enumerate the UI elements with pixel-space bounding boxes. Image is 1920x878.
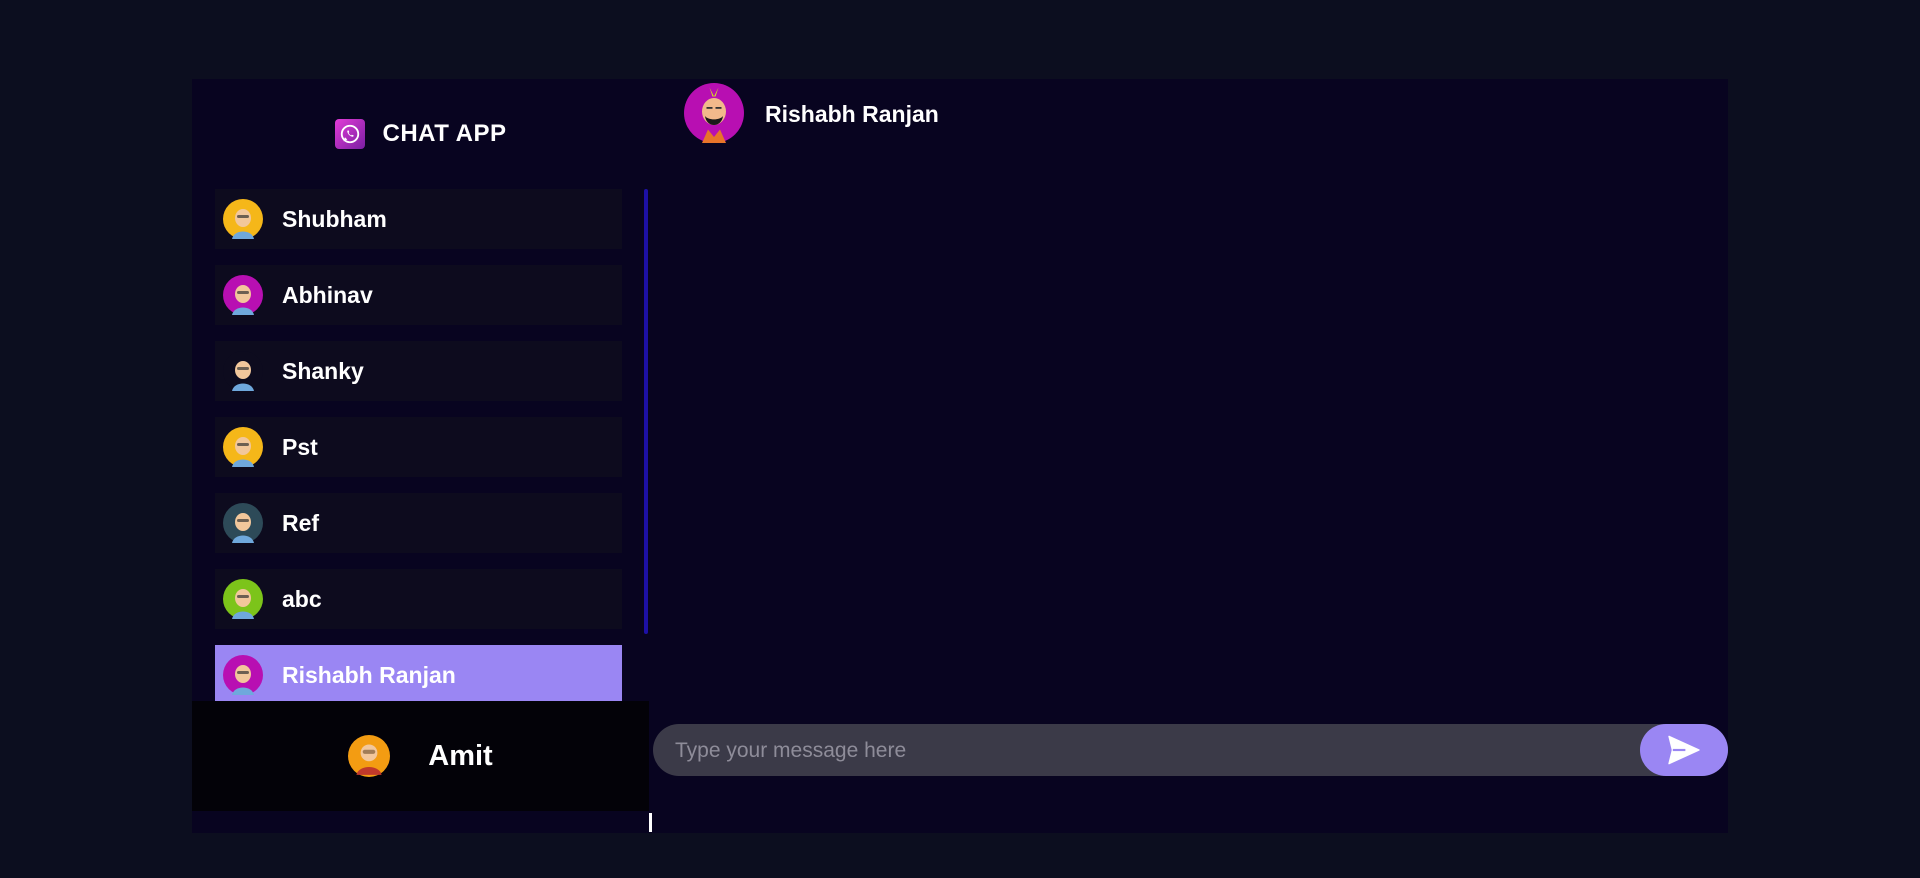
avatar-icon xyxy=(348,735,391,777)
chat-contact-avatar xyxy=(684,83,744,143)
contact-item[interactable]: abc xyxy=(215,569,622,629)
contact-name: Abhinav xyxy=(282,281,373,308)
contact-name: Rishabh Ranjan xyxy=(282,661,456,688)
send-icon xyxy=(1668,735,1700,765)
chat-app-container: CHAT APP Shubham Abhinav Shanky Pst Ref abc Ri… xyxy=(192,79,1728,833)
app-title: CHAT APP xyxy=(382,120,507,147)
contact-item[interactable]: Shanky xyxy=(215,341,622,401)
contact-list: Shubham Abhinav Shanky Pst Ref abc Rishabh Ran… xyxy=(215,189,622,781)
contact-name: Ref xyxy=(282,509,320,536)
contact-item[interactable]: Ref xyxy=(215,493,622,553)
contact-list-scrollbar[interactable] xyxy=(644,189,648,634)
contact-name: abc xyxy=(282,585,322,612)
current-user-name: Amit xyxy=(428,739,493,772)
avatar-icon xyxy=(223,579,263,619)
message-input-bar xyxy=(653,724,1728,776)
chat-header: Rishabh Ranjan xyxy=(649,79,1728,156)
avatar-icon xyxy=(223,351,263,391)
contact-name: Shanky xyxy=(282,357,364,384)
contact-item[interactable]: Shubham xyxy=(215,189,622,249)
contact-name: Pst xyxy=(282,433,318,460)
avatar-icon xyxy=(223,427,263,467)
contact-item[interactable]: Abhinav xyxy=(215,265,622,325)
contact-item[interactable]: Rishabh Ranjan xyxy=(215,645,622,705)
avatar-icon xyxy=(223,199,263,239)
chat-contact-name: Rishabh Ranjan xyxy=(765,101,939,127)
avatar-icon xyxy=(223,503,263,543)
contact-name: Shubham xyxy=(282,205,387,232)
contact-item[interactable]: Pst xyxy=(215,417,622,477)
brand-header: CHAT APP xyxy=(192,79,649,189)
send-button[interactable] xyxy=(1640,724,1728,776)
contacts-sidebar: CHAT APP Shubham Abhinav Shanky Pst Ref abc Ri… xyxy=(192,79,649,833)
current-user-panel: Amit xyxy=(192,701,649,811)
whatsapp-icon xyxy=(334,119,365,149)
avatar-icon xyxy=(223,655,263,695)
avatar-icon xyxy=(684,83,744,143)
text-cursor xyxy=(649,813,652,832)
avatar-icon xyxy=(223,275,263,315)
current-user-avatar xyxy=(348,735,391,777)
message-area xyxy=(649,156,1728,784)
message-input[interactable] xyxy=(673,732,1637,770)
